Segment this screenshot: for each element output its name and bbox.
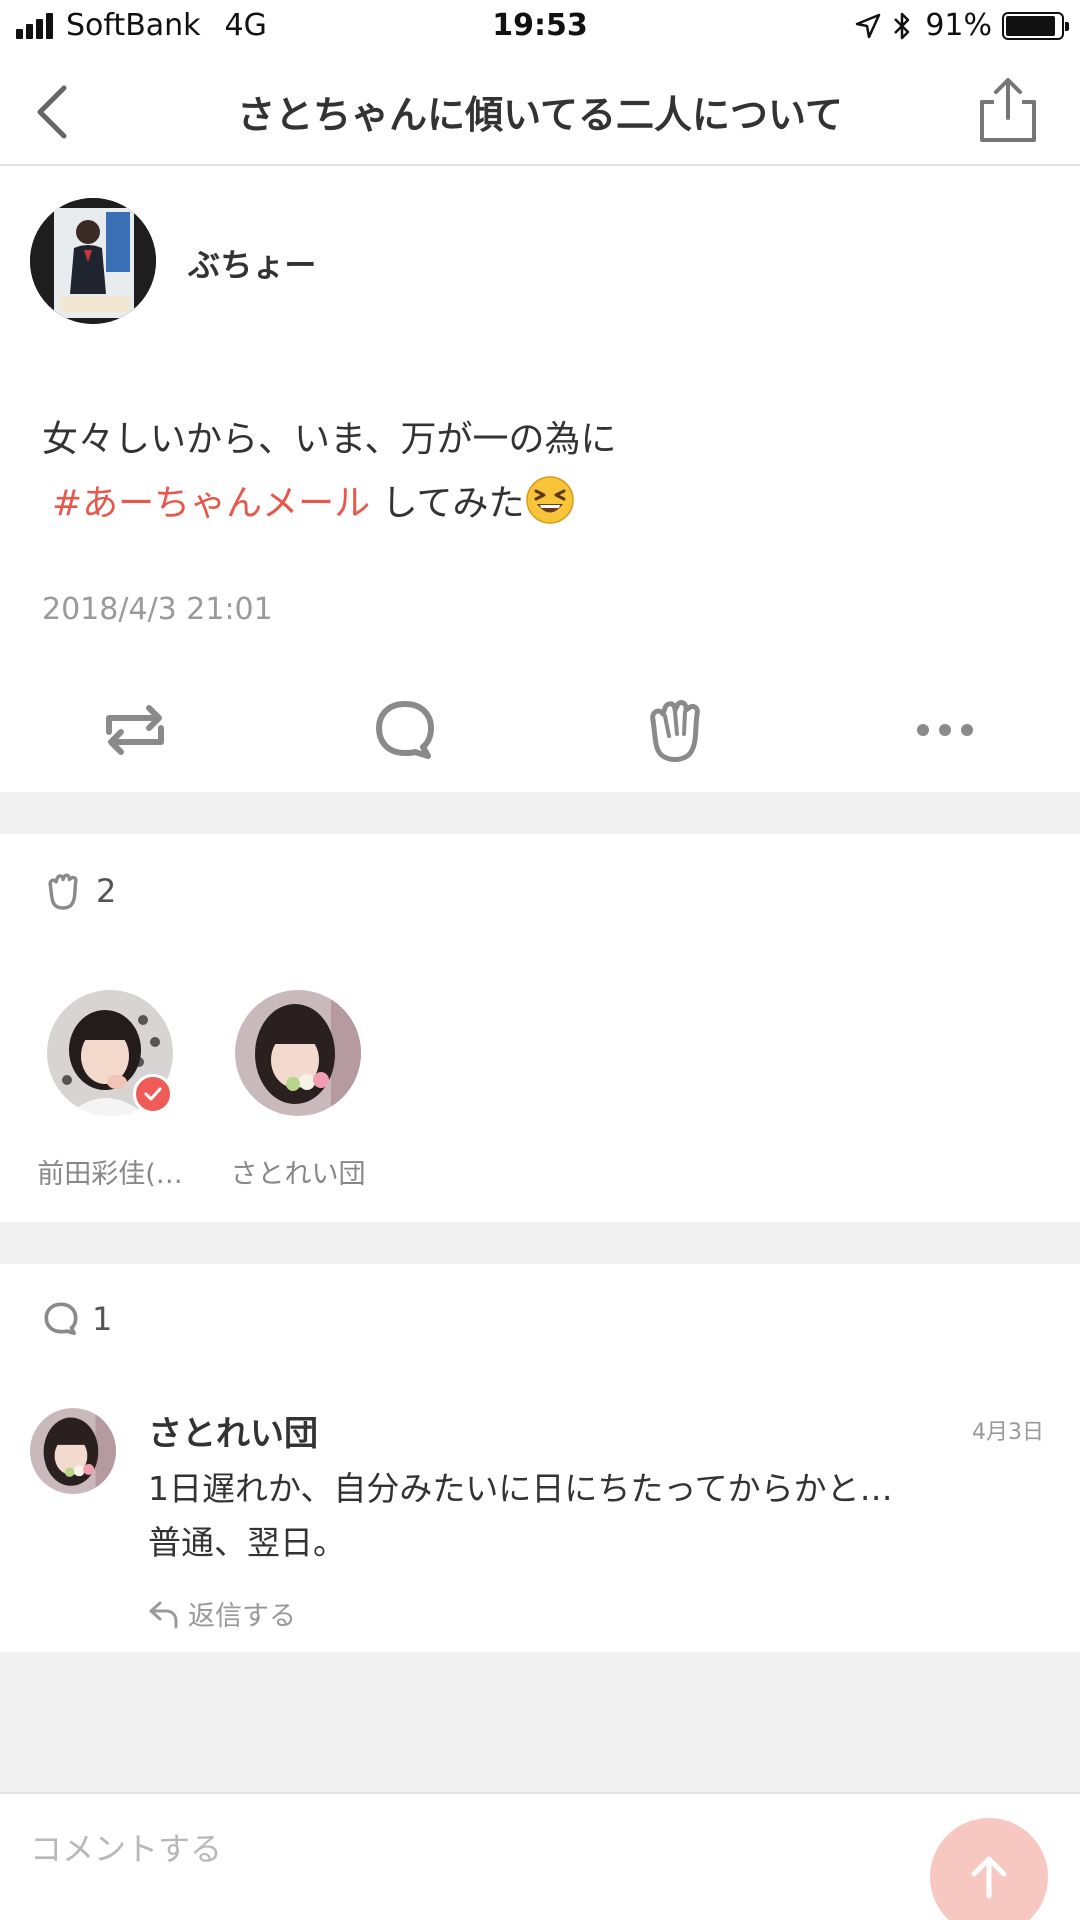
arrow-up-icon [971,1856,1007,1899]
post-actions [0,690,1080,770]
verified-check-icon [133,1074,173,1114]
comment-line: 1日遅れか、自分みたいに日にちたってからかと… [148,1469,893,1508]
comment-avatar[interactable] [30,1408,116,1494]
nav-bar: さとちゃんに傾いてる二人について [0,54,1080,166]
post-body: 女々しいから、いま、万が一の為に #あーちゃんメール してみた [42,408,1042,536]
author-name[interactable]: ぶちょー [188,240,316,286]
liker-item[interactable]: 前田彩佳(… [30,990,190,1191]
comment-line: 普通、翌日。 [148,1523,346,1562]
post-text-line2: #あーちゃんメール してみた [42,472,1042,536]
carrier-label: SoftBank [66,8,201,43]
reply-label: 返信する [188,1601,296,1632]
clap-hand-icon[interactable] [635,690,715,770]
status-left: SoftBank 4G [16,8,267,43]
battery-percent: 91% [925,8,992,43]
section-divider [0,1222,1080,1264]
network-label: 4G [224,8,267,43]
comment-input[interactable] [30,1830,910,1868]
post-text-continuation: してみた [381,483,525,524]
bluetooth-icon [894,12,910,39]
location-icon [856,13,881,38]
reply-arrow-icon [149,1601,178,1628]
likes-count: 2 [96,872,117,910]
comment-icon[interactable] [365,690,445,770]
laughing-face-icon [525,476,574,524]
page-title: さとちゃんに傾いてる二人について [237,93,843,137]
liker-item[interactable]: さとれい団 [218,990,378,1191]
avatar[interactable] [235,990,361,1116]
comments-header: 1 [40,1298,112,1340]
hashtag-link[interactable]: #あーちゃんメール [52,483,370,524]
comment-composer [0,1792,1080,1920]
comment-icon [44,1302,78,1336]
section-divider [0,792,1080,834]
likes-header: 2 [40,868,116,914]
comment-author[interactable]: さとれい団 [148,1406,318,1455]
section-divider [0,1652,1080,1792]
author-avatar[interactable] [30,198,156,324]
liker-name: さとれい団 [230,1159,366,1190]
signal-icon [16,12,56,39]
status-right: 91% [855,8,1069,43]
more-icon[interactable] [905,690,985,770]
chevron-left-icon[interactable] [26,80,86,140]
liker-name: 前田彩佳(… [37,1159,183,1190]
comments-count: 1 [92,1300,113,1338]
battery-icon [1002,11,1069,40]
comment-text: 1日遅れか、自分みたいに日にちたってからかと… 普通、翌日。 [148,1462,1028,1570]
avatar[interactable] [47,990,173,1116]
comment-date: 4月3日 [972,1420,1044,1445]
clap-hand-icon [48,873,78,910]
reply-button[interactable]: 返信する [148,1594,296,1633]
send-button[interactable] [930,1818,1048,1920]
repost-icon[interactable] [95,690,175,770]
post-text-line1: 女々しいから、いま、万が一の為に [42,419,617,460]
post-timestamp: 2018/4/3 21:01 [42,592,273,627]
share-icon[interactable] [976,76,1040,144]
status-bar: SoftBank 4G 19:53 91% [0,0,1080,54]
